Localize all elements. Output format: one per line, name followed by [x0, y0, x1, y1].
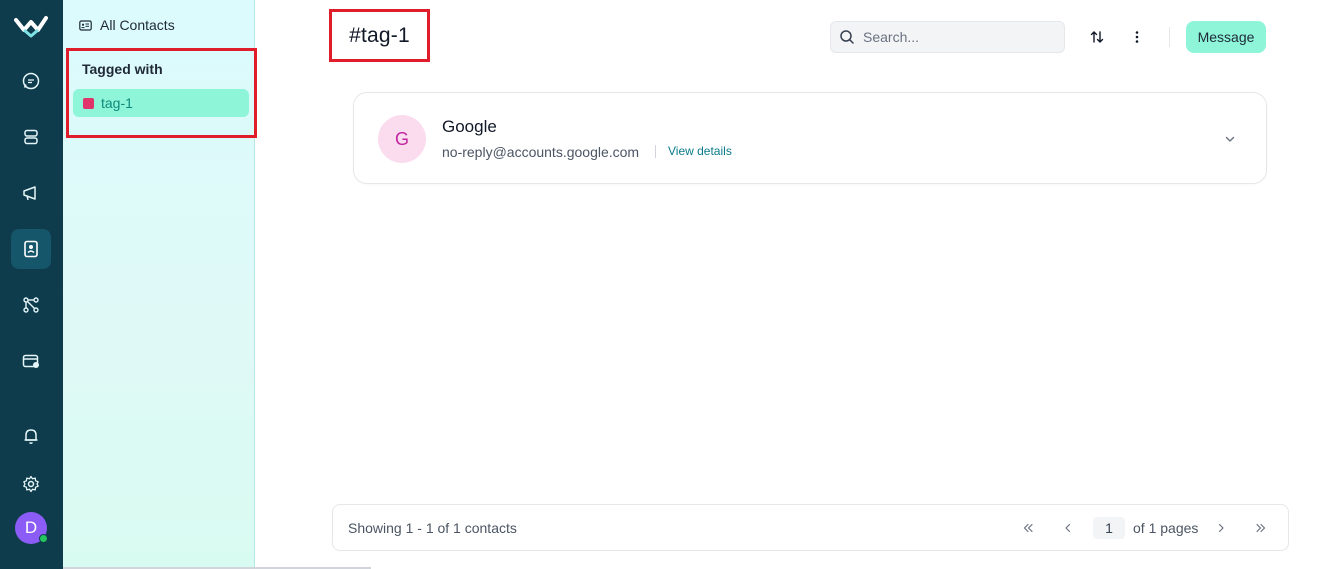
previous-page-button[interactable]: [1057, 517, 1079, 539]
gear-icon[interactable]: [11, 464, 51, 504]
inbox-icon[interactable]: [11, 117, 51, 157]
pagination-bar: Showing 1 - 1 of 1 contacts 1 of 1 pages: [332, 504, 1289, 551]
app-rail: D: [0, 0, 63, 569]
view-details-link[interactable]: View details: [668, 144, 732, 158]
double-chevron-right-icon: [1256, 523, 1266, 533]
next-page-button[interactable]: [1210, 517, 1232, 539]
contact-name: Google: [442, 117, 497, 136]
kebab-menu-icon: [1135, 31, 1139, 43]
first-page-button[interactable]: [1017, 517, 1039, 539]
contact-divider: [655, 145, 656, 158]
sidebar-tag-item[interactable]: tag-1: [73, 89, 249, 117]
contact-email: no-reply@accounts.google.com: [442, 144, 640, 160]
workflow-icon[interactable]: [11, 285, 51, 325]
showing-count: Showing 1 - 1 of 1 contacts: [348, 520, 517, 536]
chat-icon[interactable]: [11, 61, 51, 101]
page-title-highlight: #tag-1: [329, 9, 430, 62]
chevron-left-icon: [1065, 523, 1071, 533]
tagged-with-title: Tagged with: [82, 61, 163, 77]
double-chevron-left-icon: [1023, 523, 1033, 533]
wallet-icon[interactable]: [11, 341, 51, 381]
megaphone-icon[interactable]: [11, 173, 51, 213]
tag-color-swatch: [83, 97, 94, 109]
last-page-button[interactable]: [1250, 517, 1272, 539]
avatar-initial: D: [24, 518, 38, 537]
chevron-right-icon: [1218, 523, 1224, 533]
more-options-button[interactable]: [1125, 25, 1149, 49]
header-divider: [1169, 27, 1170, 47]
all-contacts-link[interactable]: All Contacts: [79, 13, 175, 37]
bell-icon[interactable]: [11, 416, 51, 456]
chevron-down-icon: [1225, 136, 1235, 142]
total-pages-text: of 1 pages: [1133, 520, 1199, 536]
message-button[interactable]: Message: [1186, 21, 1266, 53]
contacts-sidebar: All Contacts Tagged with tag-1: [63, 0, 257, 569]
online-status-dot: [39, 534, 48, 543]
all-contacts-label: All Contacts: [100, 17, 175, 33]
user-avatar[interactable]: D: [15, 512, 48, 544]
search-icon: [840, 30, 854, 44]
tagged-with-section: Tagged with tag-1: [66, 48, 257, 138]
logo-icon[interactable]: [14, 12, 48, 38]
search-box[interactable]: [830, 21, 1065, 53]
contacts-icon[interactable]: [11, 229, 51, 269]
contact-avatar: G: [378, 115, 426, 163]
sort-button[interactable]: [1085, 25, 1109, 49]
page-title: #tag-1: [349, 23, 410, 47]
search-input[interactable]: [863, 29, 1043, 45]
tag-label: tag-1: [101, 95, 133, 111]
expand-contact-button[interactable]: [1220, 129, 1240, 149]
id-card-icon: [79, 19, 92, 31]
current-page-input[interactable]: 1: [1093, 517, 1125, 539]
contact-card[interactable]: G Google no-reply@accounts.google.com Vi…: [353, 92, 1267, 184]
sort-icon: [1090, 31, 1104, 43]
